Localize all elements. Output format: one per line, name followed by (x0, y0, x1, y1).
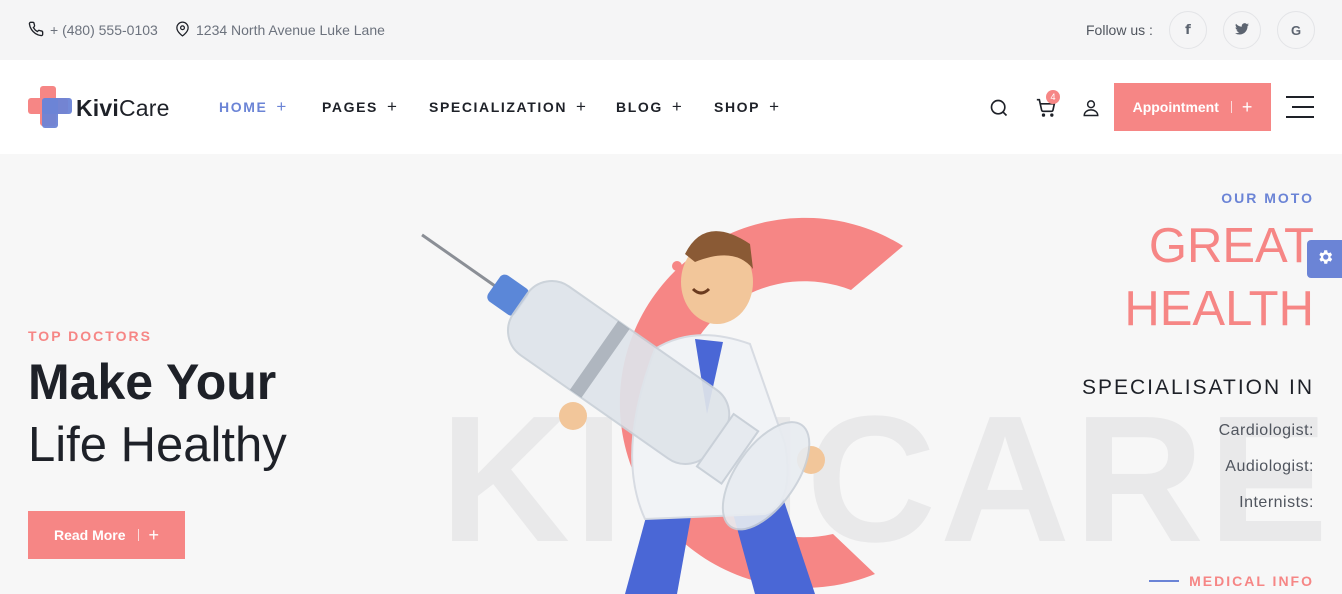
hero-title-line1: Make Your (28, 354, 277, 410)
settings-tab[interactable] (1307, 240, 1342, 278)
doctor-syringe-illustration (421, 217, 903, 594)
google-button[interactable]: G (1277, 11, 1315, 49)
moto-eyebrow: OUR MOTO (1221, 190, 1314, 206)
hamburger-menu-icon[interactable] (1286, 94, 1314, 120)
logo-text: KiviCare (76, 95, 170, 121)
moto-line2: HEALTH (1124, 282, 1314, 336)
plus-icon: + (769, 97, 780, 116)
specialisation-item: Audiologist: (1225, 458, 1314, 475)
search-icon[interactable] (988, 97, 1010, 119)
read-more-button-label: Read More (53, 527, 126, 543)
hero-title-line2: Life Healthy (28, 418, 287, 472)
divider (1230, 101, 1232, 113)
medical-info-text: MEDICAL INFO (1189, 573, 1314, 589)
nav-shop[interactable]: SHOP + (714, 60, 779, 154)
specialisation-heading: SPECIALISATION IN (1082, 376, 1314, 399)
logo[interactable]: KiviCare (28, 84, 170, 133)
phone-number: + (480) 555-0103 (50, 22, 158, 38)
gear-icon (1316, 248, 1334, 271)
facebook-button[interactable]: f (1169, 11, 1207, 49)
nav-specialization[interactable]: SPECIALIZATION + (429, 60, 586, 154)
nav-specialization-label: SPECIALIZATION (429, 99, 568, 115)
address-text: 1234 North Avenue Luke Lane (196, 22, 385, 38)
top-bar: + (480) 555-0103 1234 North Avenue Luke … (0, 0, 1342, 60)
cart-count-badge: 4 (1046, 90, 1060, 104)
hero-section: KIVICARE TOP DOCTORS Make Your Life Heal… (0, 154, 1342, 594)
phone-contact[interactable]: + (480) 555-0103 (28, 0, 158, 60)
plus-icon: + (276, 97, 287, 116)
plus-icon: + (1241, 96, 1253, 117)
plus-icon: + (576, 97, 586, 116)
twitter-button[interactable] (1223, 11, 1261, 49)
specialisation-item: Internists: (1239, 494, 1314, 511)
map-pin-icon (175, 21, 196, 40)
plus-icon: + (148, 524, 160, 545)
nav-shop-label: SHOP (714, 99, 761, 115)
address-contact: 1234 North Avenue Luke Lane (175, 0, 385, 60)
accent-line (1149, 580, 1180, 582)
read-more-button[interactable]: Read More + (28, 511, 185, 559)
appointment-button-label: Appointment (1132, 99, 1219, 115)
specialisation-item: Cardiologist: (1218, 422, 1314, 439)
nav-pages[interactable]: PAGES + (322, 60, 397, 154)
appointment-button[interactable]: Appointment + (1114, 83, 1271, 131)
nav-home[interactable]: HOME + (219, 60, 286, 154)
phone-icon (28, 21, 50, 40)
nav-home-label: HOME (219, 99, 268, 115)
hero-eyebrow: TOP DOCTORS (28, 328, 152, 344)
user-icon[interactable] (1080, 97, 1102, 119)
google-icon: G (1290, 22, 1302, 38)
plus-icon: + (386, 97, 397, 116)
twitter-icon (1235, 22, 1249, 38)
medical-info-label: MEDICAL INFO (1149, 573, 1314, 589)
plus-icon: + (671, 97, 682, 116)
facebook-icon: f (1185, 22, 1191, 38)
follow-label: Follow us : (1086, 22, 1153, 38)
nav-blog-label: BLOG (616, 99, 663, 115)
divider (137, 529, 139, 541)
nav-blog[interactable]: BLOG + (616, 60, 682, 154)
moto-line1: GREAT (1148, 219, 1314, 273)
nav-pages-label: PAGES (322, 99, 378, 115)
medical-cross-logo-icon (28, 84, 72, 133)
